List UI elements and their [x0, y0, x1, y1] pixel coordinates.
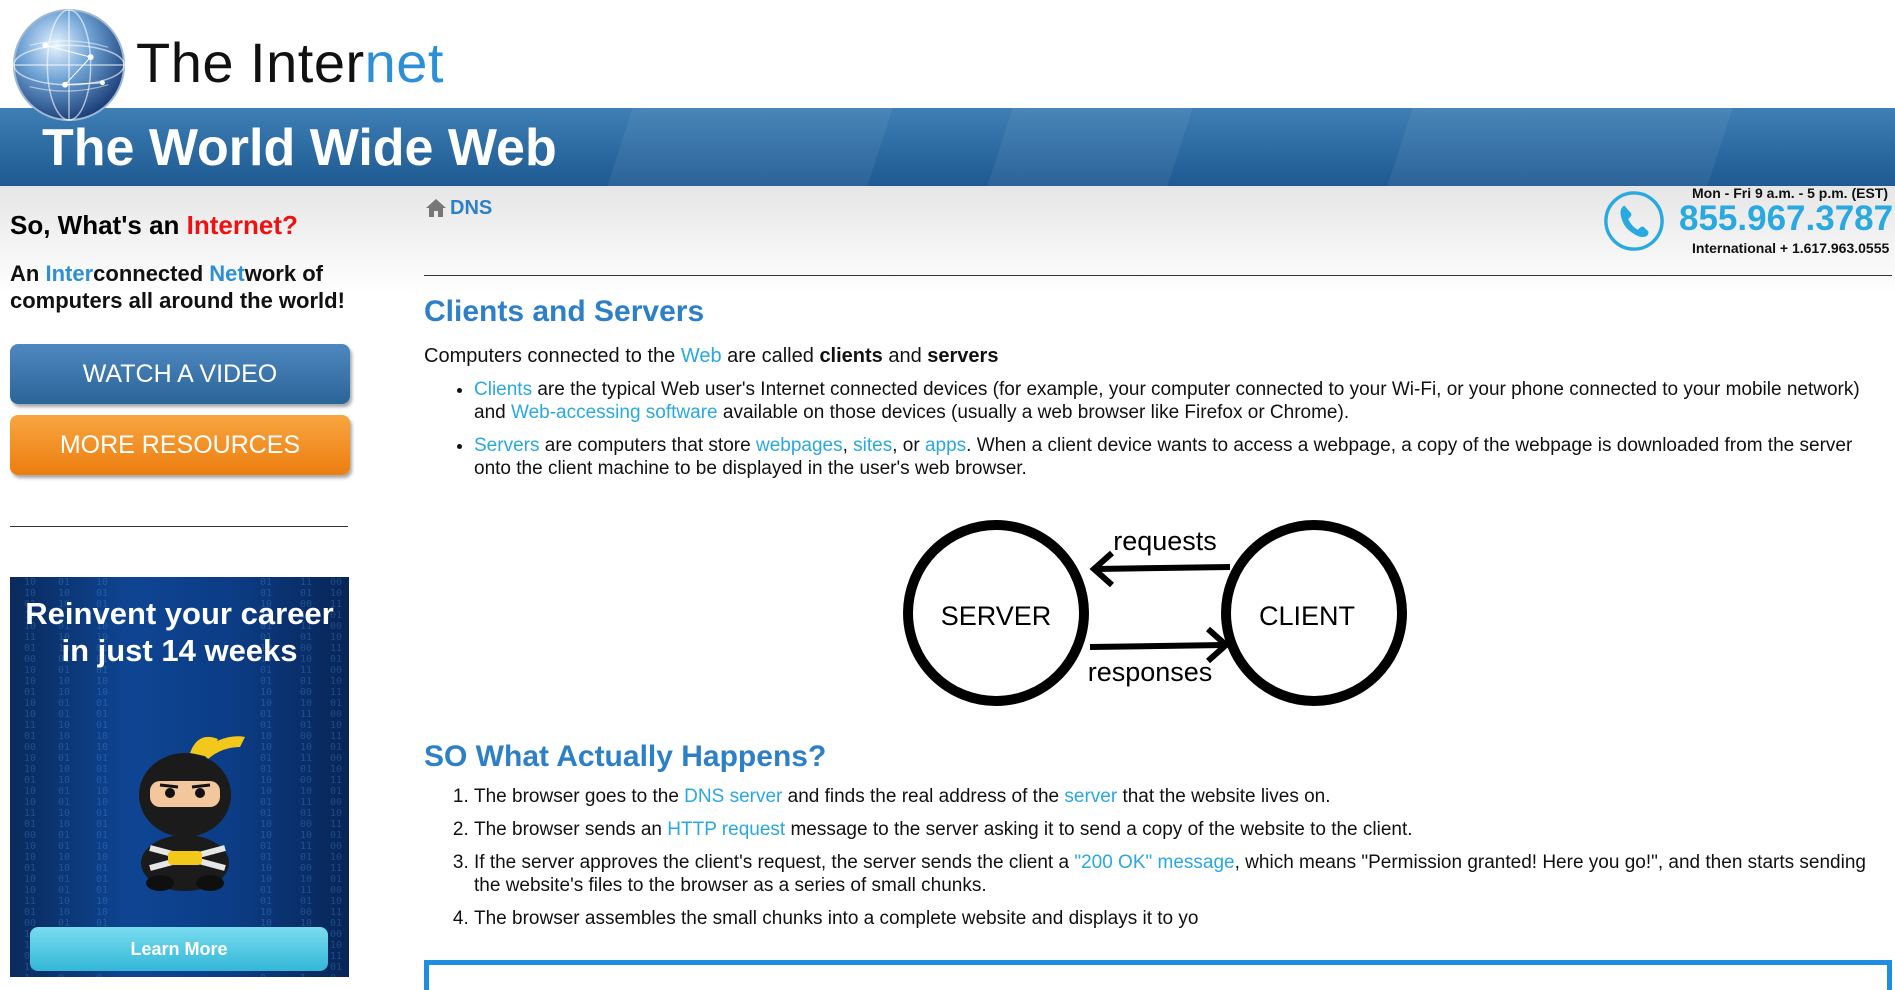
- ad-title: Reinvent your career in just 14 weeks: [25, 596, 334, 668]
- 200-ok-message-link[interactable]: "200 OK" message: [1074, 852, 1234, 873]
- client-label: CLIENT: [1259, 601, 1355, 631]
- server-link[interactable]: server: [1064, 786, 1117, 807]
- logo-text-part2: net: [364, 31, 444, 94]
- desc-connected: connected: [93, 261, 210, 286]
- site-logo-text[interactable]: The Internet: [136, 30, 444, 95]
- globe-icon[interactable]: [10, 6, 128, 124]
- server-label: SERVER: [941, 601, 1052, 631]
- list-item: The browser assembles the small chunks i…: [474, 907, 1894, 930]
- apps-link[interactable]: apps: [925, 435, 966, 456]
- desc-inter: Inter: [45, 261, 94, 286]
- desc-net: Net: [209, 261, 245, 286]
- desc-an: An: [10, 261, 46, 286]
- list-text: are computers that store: [539, 435, 756, 456]
- main-divider: [424, 275, 1892, 276]
- list-item: If the server approves the client's requ…: [474, 851, 1894, 897]
- sidebar-description: An Interconnected Network of computers a…: [10, 260, 355, 314]
- web-link[interactable]: Web: [681, 345, 722, 367]
- site-header: The Internet: [0, 0, 1895, 108]
- phone-icon[interactable]: [1603, 190, 1665, 252]
- http-request-link[interactable]: HTTP request: [667, 819, 785, 840]
- requests-arrow: [1095, 564, 1231, 572]
- step-text: The browser goes to the: [474, 786, 685, 807]
- dns-server-link[interactable]: DNS server: [684, 786, 782, 807]
- list-item: The browser sends an HTTP request messag…: [474, 818, 1894, 841]
- servers-link[interactable]: Servers: [474, 435, 539, 456]
- requests-label: requests: [1113, 526, 1217, 556]
- sidebar-heading: So, What's an Internet?: [10, 210, 298, 241]
- section-title-what-happens: SO What Actually Happens?: [424, 740, 827, 773]
- banner-title: The World Wide Web: [42, 119, 557, 177]
- step-text: and finds the real address of the: [782, 786, 1065, 807]
- section-title-clients-servers: Clients and Servers: [424, 295, 705, 328]
- intro-bold-servers: servers: [927, 345, 999, 367]
- list-text: available on those devices (usually a we…: [717, 402, 1350, 423]
- step-text: The browser assembles the small chunks i…: [474, 908, 1199, 929]
- steps-list: The browser goes to the DNS server and f…: [424, 785, 1894, 940]
- banner: The World Wide Web: [0, 108, 1895, 186]
- bottom-callout-box: [424, 960, 1892, 990]
- ad-banner[interactable]: 1010011010110100101001101011010010100110…: [10, 577, 349, 977]
- list-item: Servers are computers that store webpage…: [474, 434, 1894, 480]
- web-accessing-software-link[interactable]: Web-accessing software: [511, 402, 718, 423]
- breadcrumb-dns-link[interactable]: DNS: [450, 197, 492, 220]
- clients-link[interactable]: Clients: [474, 379, 532, 400]
- sites-link[interactable]: sites: [853, 435, 892, 456]
- sidebar-heading-part1: So, What's an: [10, 210, 187, 240]
- international-phone[interactable]: International + 1.617.963.0555: [1692, 240, 1889, 256]
- step-text: If the server approves the client's requ…: [474, 852, 1075, 873]
- phone-number[interactable]: 855.967.3787: [1679, 199, 1893, 239]
- step-text: message to the server asking it to send …: [785, 819, 1413, 840]
- watch-video-button[interactable]: WATCH A VIDEO: [10, 344, 350, 404]
- intro-text: Computers connected to the: [424, 345, 681, 367]
- list-text: ,: [842, 435, 854, 456]
- logo-text-part1: The Inter: [136, 31, 365, 94]
- client-server-diagram: SERVER CLIENT requests responses: [903, 520, 1407, 706]
- intro-text: and: [882, 345, 928, 367]
- ninja-icon: [139, 736, 245, 891]
- intro-text: are called: [721, 345, 820, 367]
- list-item: The browser goes to the DNS server and f…: [474, 785, 1894, 808]
- step-text: The browser sends an: [474, 819, 668, 840]
- breadcrumb: DNS: [424, 196, 492, 220]
- responses-arrow: [1089, 642, 1225, 650]
- step-text: that the website lives on.: [1117, 786, 1331, 807]
- more-resources-button[interactable]: MORE RESOURCES: [10, 415, 350, 475]
- home-icon[interactable]: [424, 196, 448, 220]
- clients-servers-list: Clients are the typical Web user's Inter…: [424, 378, 1894, 490]
- intro-bold-clients: clients: [819, 345, 883, 367]
- learn-more-button[interactable]: Learn More: [30, 927, 328, 971]
- list-item: Clients are the typical Web user's Inter…: [474, 378, 1894, 424]
- responses-label: responses: [1088, 657, 1213, 687]
- webpages-link[interactable]: webpages: [756, 435, 843, 456]
- intro-paragraph: Computers connected to the Web are calle…: [424, 345, 998, 368]
- sidebar-divider: [10, 526, 348, 527]
- sidebar-heading-part2: Internet?: [186, 210, 298, 240]
- list-text: , or: [892, 435, 925, 456]
